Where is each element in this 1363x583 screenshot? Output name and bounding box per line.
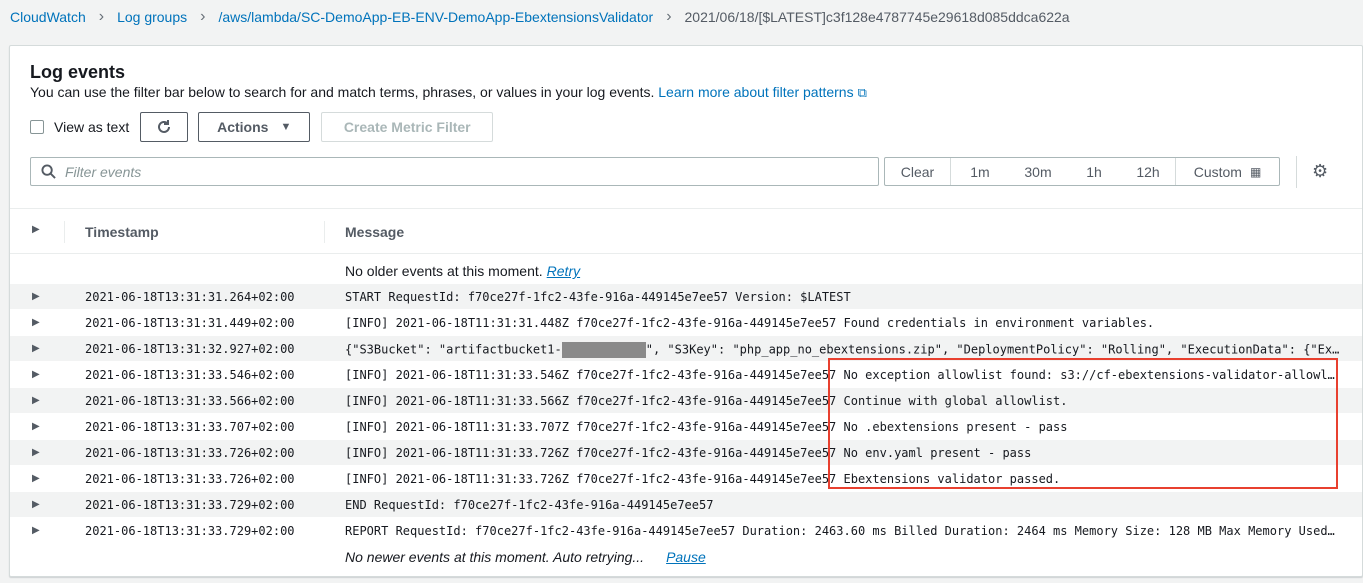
breadcrumb: CloudWatch › Log groups › /aws/lambda/SC…	[10, 7, 1070, 27]
view-as-text-label: View as text	[54, 119, 130, 135]
expand-row-caret-icon[interactable]: ▶	[32, 421, 40, 432]
row-timestamp: 2021-06-18T13:31:31.449+02:00	[85, 316, 295, 330]
learn-more-link[interactable]: Learn more about filter patterns	[658, 84, 853, 100]
toolbar: View as text Actions ▼ Create Metric Fil…	[30, 112, 494, 142]
custom-label: Custom	[1193, 163, 1242, 180]
toolbar-divider	[1296, 156, 1297, 188]
chevron-right-icon: ›	[98, 8, 105, 25]
breadcrumb-log-stream: 2021/06/18/[$LATEST]c3f128e4787745e29618…	[684, 9, 1070, 25]
range-clear-button[interactable]: Clear	[885, 158, 951, 185]
log-row[interactable]: ▶ 2021-06-18T13:31:33.729+02:00 END Requ…	[10, 492, 1362, 518]
redacted-block	[561, 342, 646, 358]
row-message: [INFO] 2021-06-18T11:31:31.448Z f70ce27f…	[345, 316, 1155, 330]
range-1h-button[interactable]: 1h	[1067, 158, 1121, 185]
log-row[interactable]: ▶ 2021-06-18T13:31:33.546+02:00 [INFO] 2…	[10, 362, 1362, 388]
log-row[interactable]: ▶ 2021-06-18T13:31:33.726+02:00 [INFO] 2…	[10, 440, 1362, 466]
row-message: START RequestId: f70ce27f-1fc2-43fe-916a…	[345, 290, 851, 304]
expand-row-caret-icon[interactable]: ▶	[32, 291, 40, 302]
range-30m-button[interactable]: 30m	[1009, 158, 1067, 185]
external-link-icon: ⧉	[857, 85, 867, 100]
row-message: [INFO] 2021-06-18T11:31:33.707Z f70ce27f…	[345, 420, 1068, 434]
log-row[interactable]: ▶ 2021-06-18T13:31:32.927+02:00 {"S3Buck…	[10, 336, 1362, 362]
range-custom-button[interactable]: Custom ▦	[1175, 158, 1279, 185]
calendar-icon: ▦	[1249, 164, 1262, 179]
expand-row-caret-icon[interactable]: ▶	[32, 343, 40, 354]
pause-link[interactable]: Pause	[666, 549, 706, 565]
row-timestamp: 2021-06-18T13:31:33.707+02:00	[85, 420, 295, 434]
expand-row-caret-icon[interactable]: ▶	[32, 525, 40, 536]
column-header-timestamp[interactable]: Timestamp	[85, 224, 159, 240]
row-timestamp: 2021-06-18T13:31:32.927+02:00	[85, 342, 295, 356]
search-icon	[31, 164, 65, 179]
row-message-part-a: {"S3Bucket": "artifactbucket1-	[345, 342, 562, 357]
log-row[interactable]: ▶ 2021-06-18T13:31:33.566+02:00 [INFO] 2…	[10, 388, 1362, 414]
expand-row-caret-icon[interactable]: ▶	[32, 317, 40, 328]
row-timestamp: 2021-06-18T13:31:33.729+02:00	[85, 498, 295, 512]
log-events-panel: Log events You can use the filter bar be…	[9, 45, 1363, 577]
gear-icon[interactable]: ⚙	[1312, 161, 1328, 182]
breadcrumb-cloudwatch[interactable]: CloudWatch	[10, 9, 86, 25]
range-1m-button[interactable]: 1m	[951, 158, 1009, 185]
time-range-selector: Clear 1m 30m 1h 12h Custom ▦	[884, 157, 1280, 186]
retry-link[interactable]: Retry	[547, 263, 580, 279]
row-message: [INFO] 2021-06-18T11:31:33.546Z f70ce27f…	[345, 368, 1342, 382]
log-row[interactable]: ▶ 2021-06-18T13:31:33.729+02:00 REPORT R…	[10, 518, 1362, 544]
row-message: {"S3Bucket": "artifactbucket1- ", "S3Key"…	[345, 342, 1342, 358]
column-divider	[64, 221, 65, 243]
expand-row-caret-icon[interactable]: ▶	[32, 473, 40, 484]
log-row[interactable]: ▶ 2021-06-18T13:31:33.707+02:00 [INFO] 2…	[10, 414, 1362, 440]
no-newer-text: No newer events at this moment. Auto ret…	[345, 549, 645, 565]
row-message-part-b: ", "S3Key": "php_app_no_ebextensions.zip…	[645, 342, 1342, 357]
no-newer-notice: No newer events at this moment. Auto ret…	[10, 544, 1362, 570]
no-older-notice: No older events at this moment. Retry	[10, 258, 1362, 284]
log-row[interactable]: ▶ 2021-06-18T13:31:31.264+02:00 START Re…	[10, 284, 1362, 310]
create-metric-filter-button[interactable]: Create Metric Filter	[321, 112, 494, 142]
view-as-text-checkbox[interactable]	[30, 120, 44, 134]
actions-button[interactable]: Actions ▼	[198, 112, 311, 142]
row-timestamp: 2021-06-18T13:31:33.726+02:00	[85, 472, 295, 486]
log-events-list: No older events at this moment. Retry ▶ 2…	[10, 258, 1362, 570]
row-message: END RequestId: f70ce27f-1fc2-43fe-916a-4…	[345, 498, 714, 512]
row-timestamp: 2021-06-18T13:31:33.729+02:00	[85, 524, 295, 538]
panel-description: You can use the filter bar below to sear…	[30, 84, 867, 101]
row-message: REPORT RequestId: f70ce27f-1fc2-43fe-916…	[345, 524, 1342, 538]
filter-events-input[interactable]	[65, 163, 878, 180]
filter-events-search	[30, 157, 879, 186]
refresh-button[interactable]	[140, 112, 189, 142]
expand-row-caret-icon[interactable]: ▶	[32, 447, 40, 458]
row-message: [INFO] 2021-06-18T11:31:33.726Z f70ce27f…	[345, 446, 1032, 460]
column-divider	[324, 221, 325, 243]
breadcrumb-log-group[interactable]: /aws/lambda/SC-DemoApp-EB-ENV-DemoApp-Eb…	[218, 9, 653, 25]
range-12h-button[interactable]: 12h	[1121, 158, 1175, 185]
expand-row-caret-icon[interactable]: ▶	[32, 369, 40, 380]
row-timestamp: 2021-06-18T13:31:33.726+02:00	[85, 446, 295, 460]
page-title: Log events	[30, 62, 126, 82]
row-timestamp: 2021-06-18T13:31:33.566+02:00	[85, 394, 295, 408]
log-row[interactable]: ▶ 2021-06-18T13:31:31.449+02:00 [INFO] 2…	[10, 310, 1362, 336]
description-text: You can use the filter bar below to sear…	[30, 84, 655, 100]
no-older-text: No older events at this moment.	[345, 263, 543, 279]
row-message: [INFO] 2021-06-18T11:31:33.726Z f70ce27f…	[345, 472, 1061, 486]
expand-all-caret-icon[interactable]: ▶	[32, 224, 40, 235]
refresh-icon	[158, 120, 171, 133]
row-timestamp: 2021-06-18T13:31:33.546+02:00	[85, 368, 295, 382]
chevron-right-icon: ›	[200, 8, 206, 25]
row-message: [INFO] 2021-06-18T11:31:33.566Z f70ce27f…	[345, 394, 1068, 408]
expand-row-caret-icon[interactable]: ▶	[32, 499, 40, 510]
expand-row-caret-icon[interactable]: ▶	[32, 395, 40, 406]
table-header: ▶ Timestamp Message	[10, 208, 1362, 254]
column-header-message[interactable]: Message	[345, 224, 404, 240]
chevron-right-icon: ›	[666, 8, 672, 25]
actions-label: Actions	[217, 119, 269, 135]
breadcrumb-log-groups[interactable]: Log groups	[117, 9, 187, 25]
caret-down-icon: ▼	[280, 121, 292, 133]
row-timestamp: 2021-06-18T13:31:31.264+02:00	[85, 290, 295, 304]
log-row[interactable]: ▶ 2021-06-18T13:31:33.726+02:00 [INFO] 2…	[10, 466, 1362, 492]
